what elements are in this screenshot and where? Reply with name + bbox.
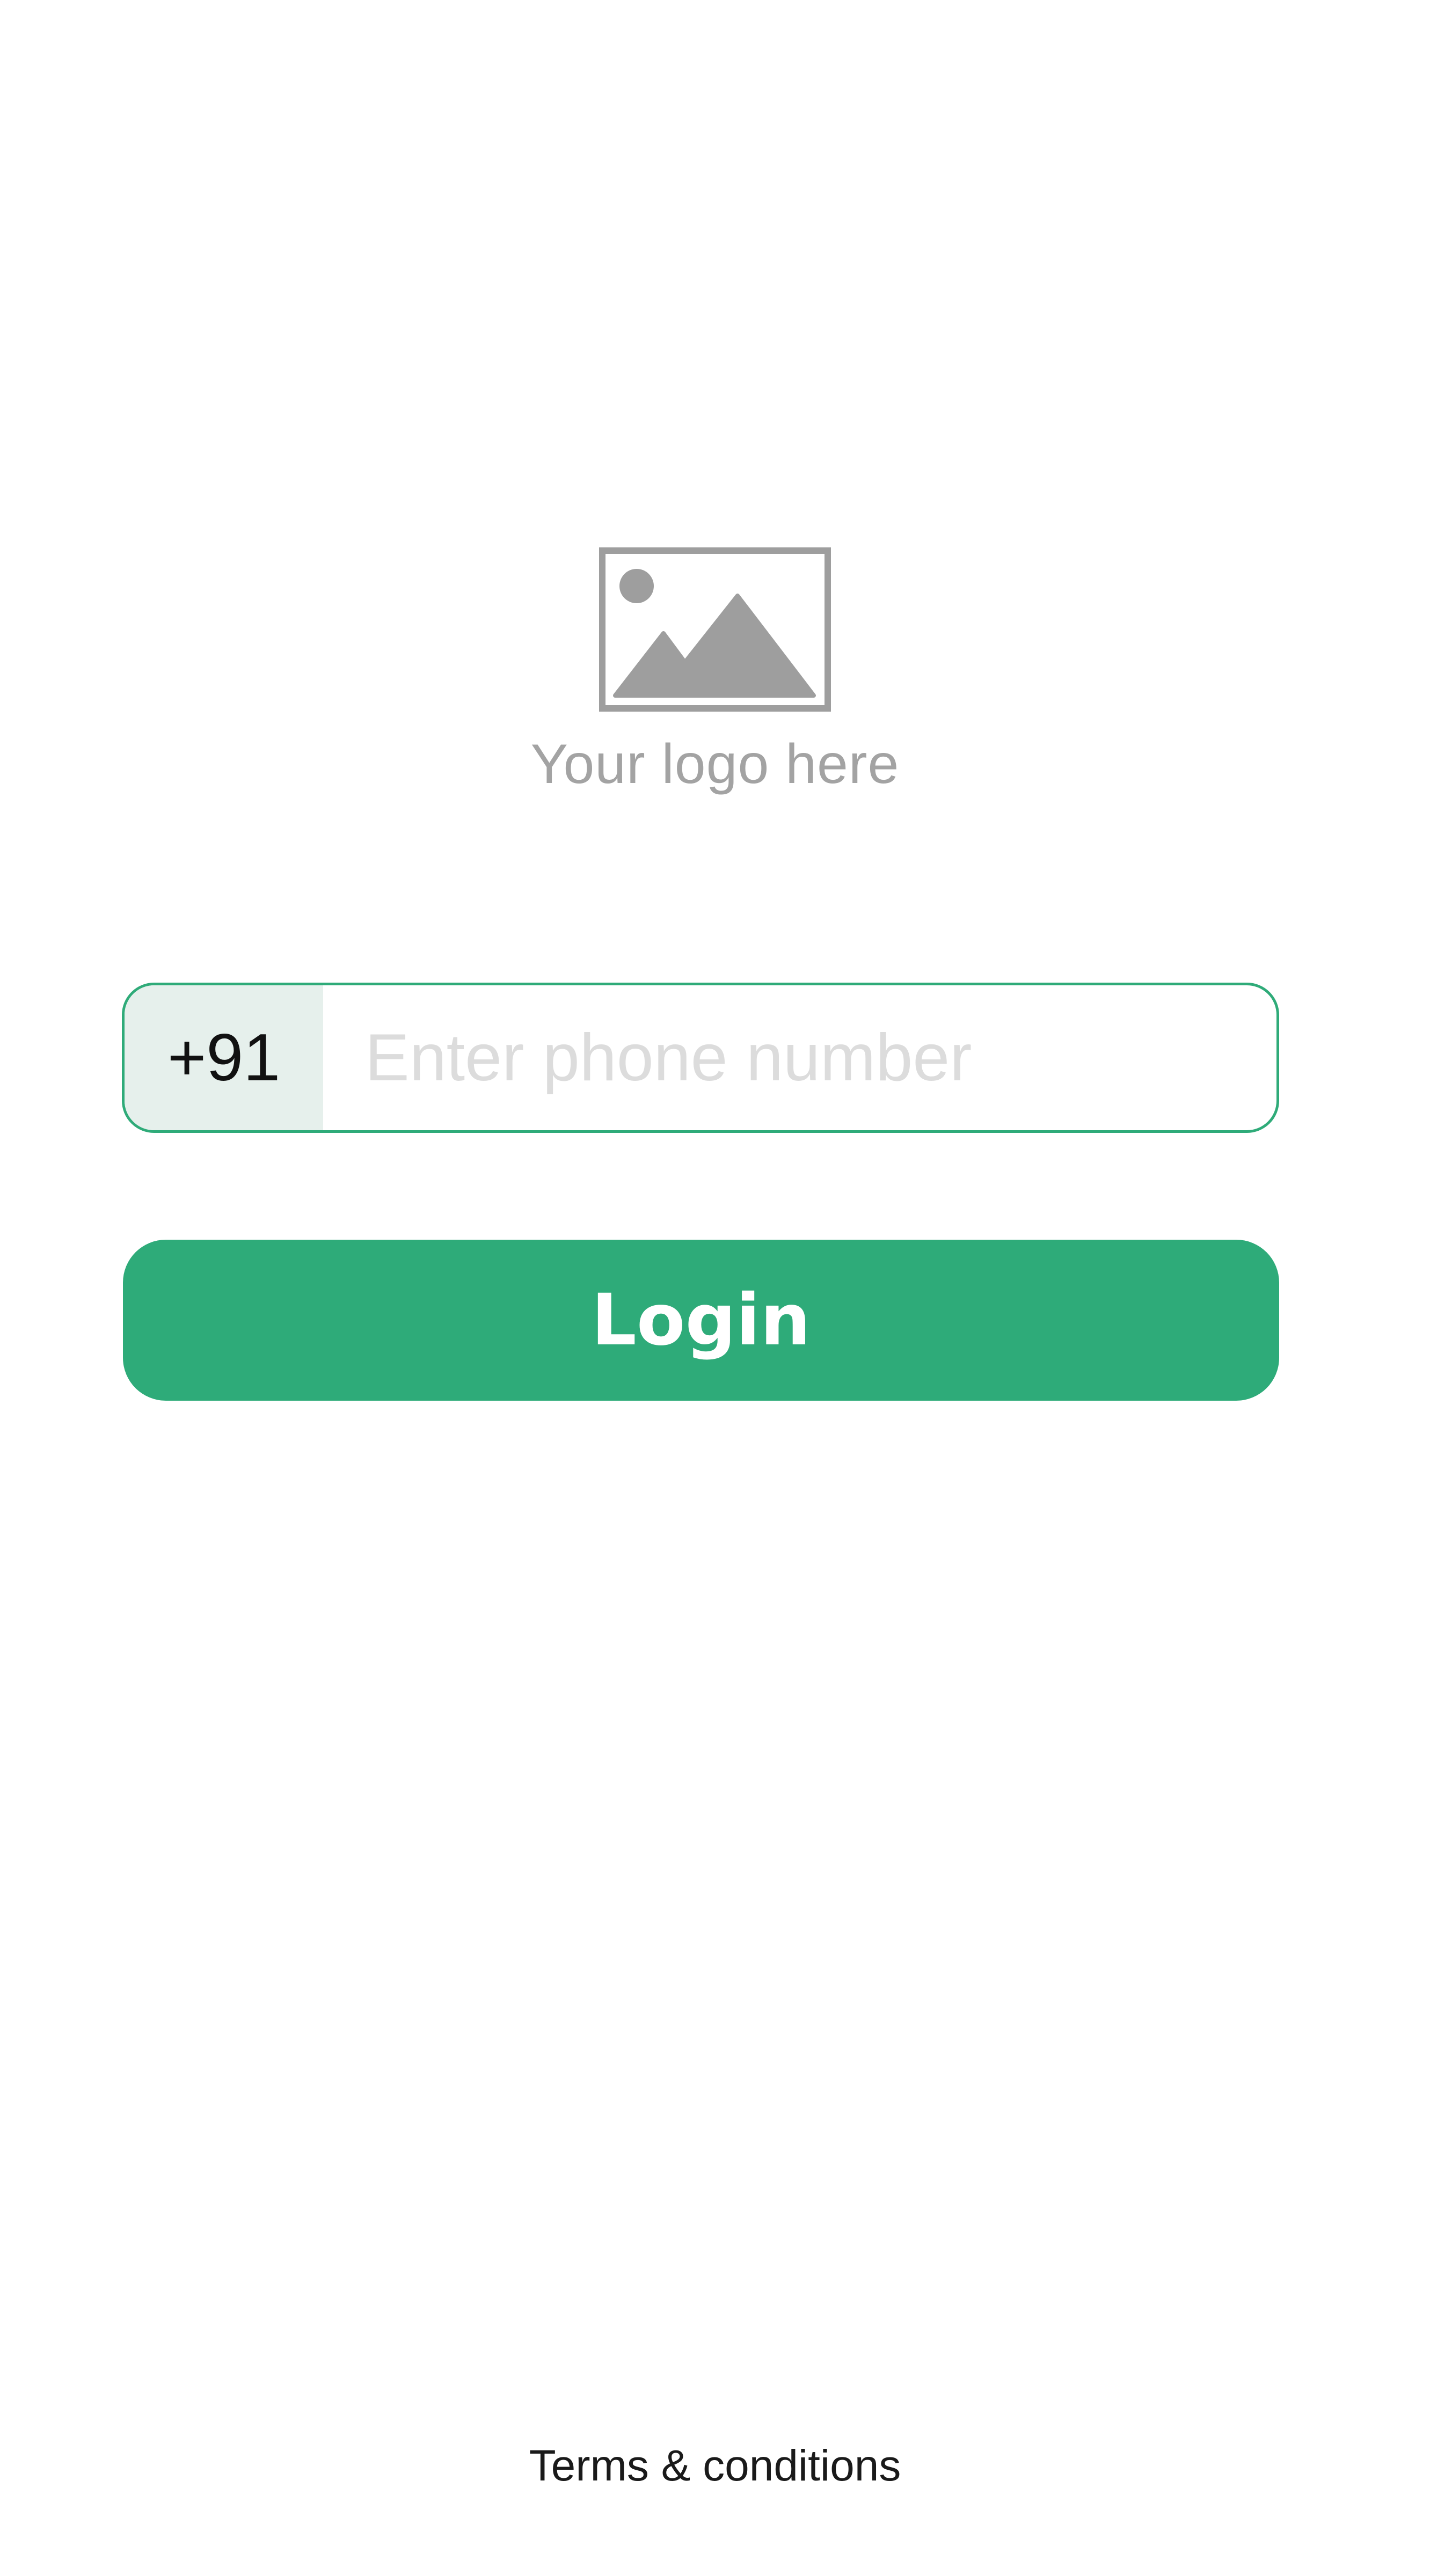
country-code[interactable]: +91	[125, 985, 323, 1130]
phone-input-group: +91	[122, 983, 1279, 1133]
image-placeholder-icon	[599, 547, 831, 712]
phone-number-input[interactable]	[323, 985, 1276, 1130]
logo-placeholder: Your logo here	[0, 547, 1430, 796]
terms-and-conditions-link[interactable]: Terms & conditions	[0, 2436, 1430, 2496]
logo-text: Your logo here	[530, 733, 900, 795]
login-button[interactable]: Login	[123, 1240, 1279, 1401]
